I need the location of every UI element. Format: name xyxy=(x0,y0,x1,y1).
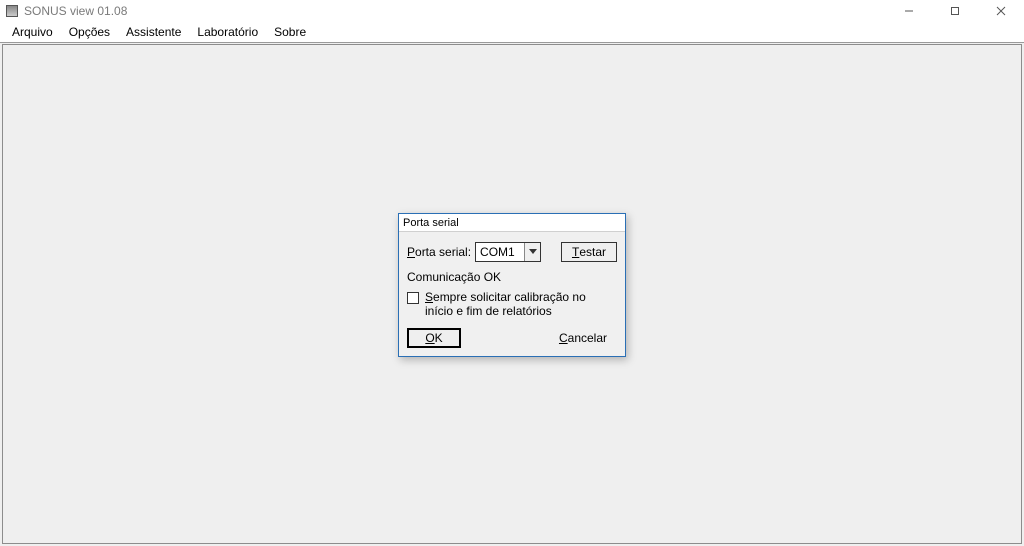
close-button[interactable] xyxy=(978,0,1024,22)
menu-assistente[interactable]: Assistente xyxy=(118,23,189,41)
menu-laboratorio[interactable]: Laboratório xyxy=(189,23,266,41)
dialog-title: Porta serial xyxy=(399,214,625,232)
port-label: Porta serial: xyxy=(407,245,471,259)
test-button[interactable]: Testar xyxy=(561,242,617,262)
window-controls xyxy=(886,0,1024,22)
cancel-button[interactable]: Cancelar xyxy=(549,328,617,348)
minimize-button[interactable] xyxy=(886,0,932,22)
calibration-checkbox[interactable] xyxy=(407,292,419,304)
maximize-button[interactable] xyxy=(932,0,978,22)
client-area: Porta serial Porta serial: COM1 Testar C… xyxy=(0,42,1024,546)
menu-opcoes[interactable]: Opções xyxy=(61,23,118,41)
comm-status: Comunicação OK xyxy=(407,270,617,284)
app-icon xyxy=(6,5,18,17)
menu-sobre[interactable]: Sobre xyxy=(266,23,314,41)
window-titlebar: SONUS view 01.08 xyxy=(0,0,1024,22)
chevron-down-icon[interactable] xyxy=(524,243,540,261)
port-combo[interactable]: COM1 xyxy=(475,242,541,262)
menu-bar: Arquivo Opções Assistente Laboratório So… xyxy=(0,22,1024,42)
port-combo-value: COM1 xyxy=(476,245,524,259)
serial-port-dialog: Porta serial Porta serial: COM1 Testar C… xyxy=(398,213,626,357)
menu-arquivo[interactable]: Arquivo xyxy=(4,23,61,41)
window-title: SONUS view 01.08 xyxy=(24,4,127,18)
calibration-checkbox-label: Sempre solicitar calibração no início e … xyxy=(425,290,617,318)
ok-button[interactable]: OK xyxy=(407,328,461,348)
